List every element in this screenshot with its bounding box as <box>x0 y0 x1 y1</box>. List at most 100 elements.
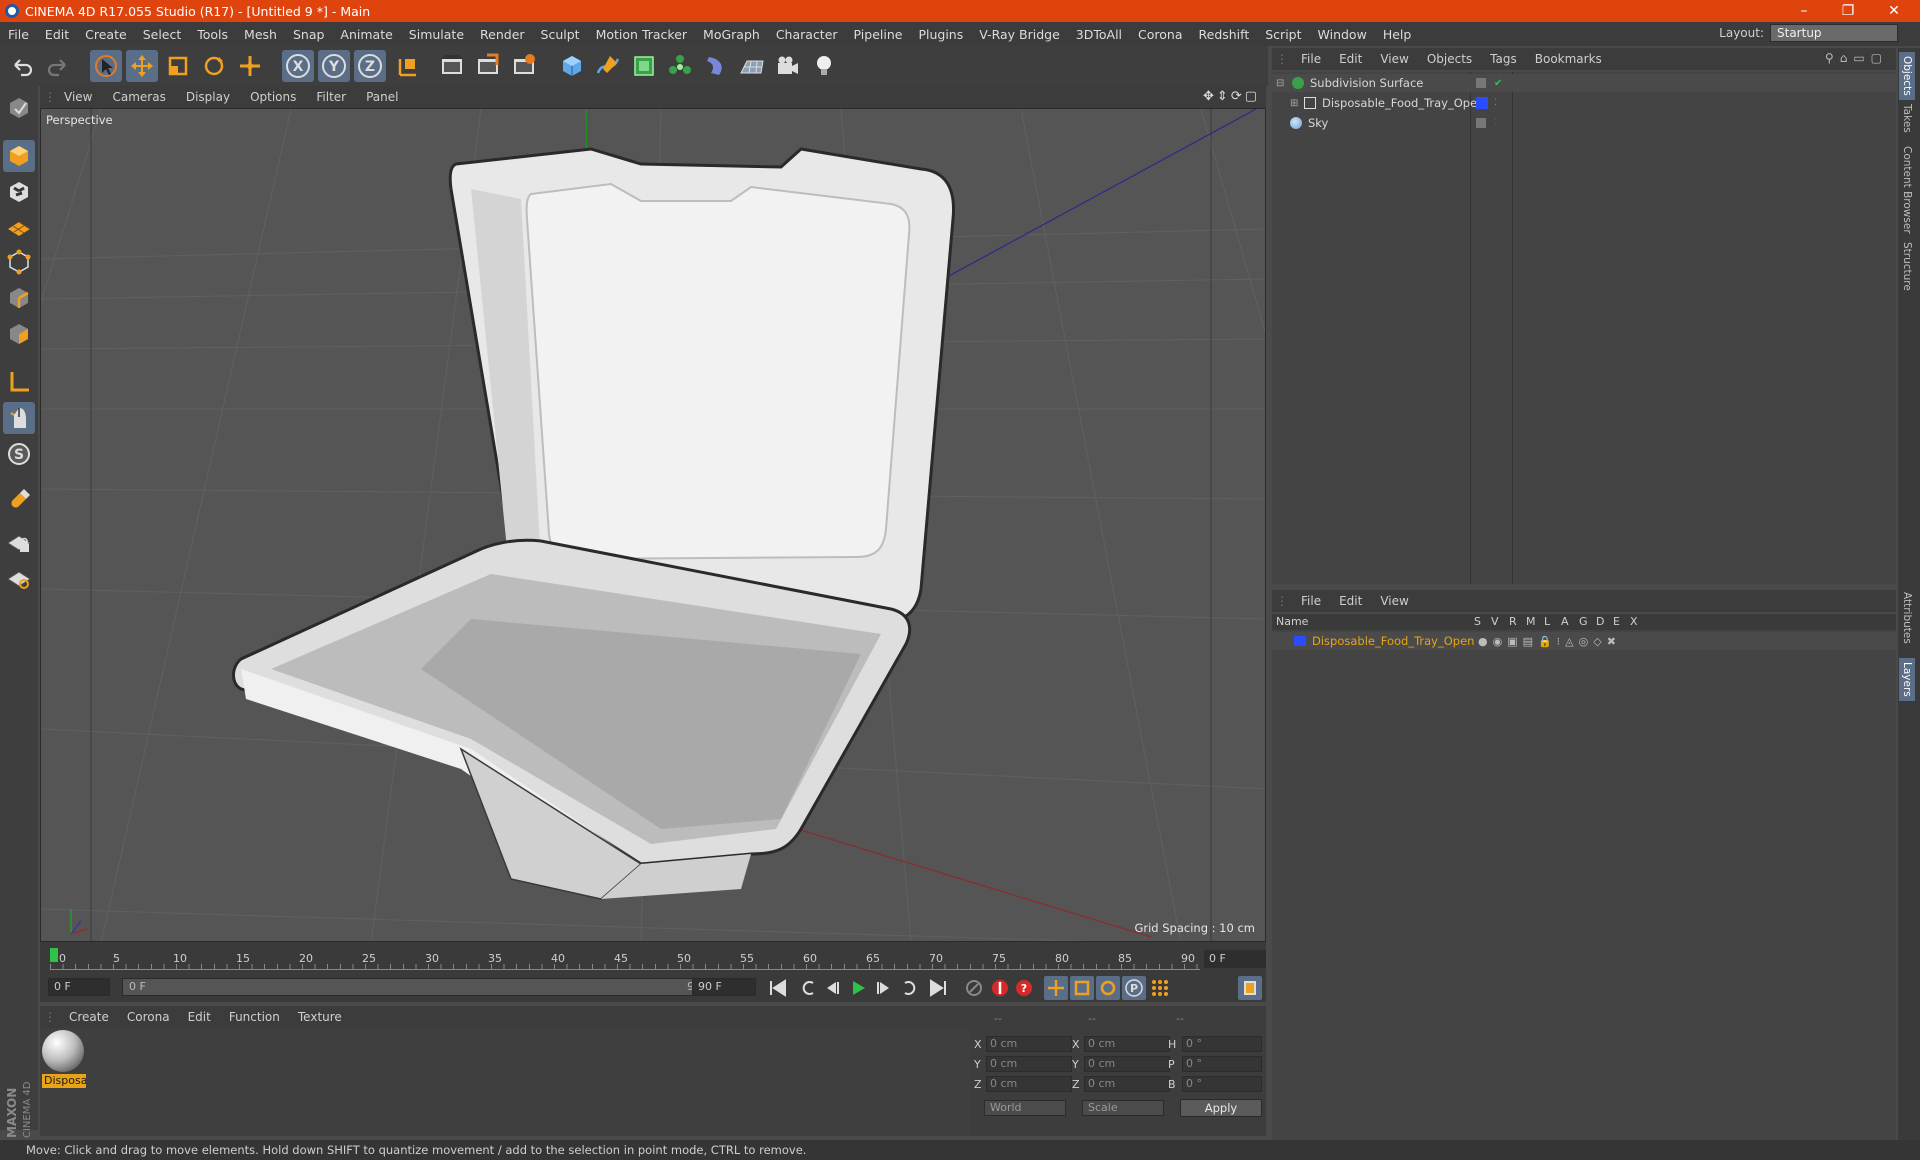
menu-simulate[interactable]: Simulate <box>401 27 472 42</box>
playhead-marker[interactable] <box>50 948 58 962</box>
viewport-menu-display[interactable]: Display <box>176 90 240 104</box>
position-x-field[interactable]: 0 cm <box>986 1036 1072 1052</box>
magnet-icon[interactable] <box>3 482 35 514</box>
tab-structure[interactable]: Structure <box>1901 242 1913 291</box>
x-axis-lock-button[interactable]: X <box>282 50 314 82</box>
object-row-disposable-food-tray-open[interactable]: ⊞ Disposable_Food_Tray_Open ⁚ <box>1272 94 1896 112</box>
menu-sculpt[interactable]: Sculpt <box>533 27 588 42</box>
enabled-check-icon[interactable]: ✔ <box>1494 78 1502 89</box>
record-scale-icon[interactable] <box>1070 976 1094 1000</box>
autokeying-icon[interactable] <box>988 976 1012 1000</box>
restore-button[interactable]: ❐ <box>1826 0 1870 22</box>
subdivision-surface-icon[interactable] <box>628 50 660 82</box>
record-parameter-icon[interactable]: P <box>1122 976 1146 1000</box>
record-active-objects-icon[interactable] <box>962 976 986 1000</box>
rotate-tool-icon[interactable] <box>198 50 230 82</box>
material-menu-create[interactable]: Create <box>60 1010 118 1024</box>
tweak-mode-icon[interactable] <box>3 402 35 434</box>
menu-select[interactable]: Select <box>135 27 190 42</box>
material-menu-corona[interactable]: Corona <box>118 1010 179 1024</box>
rotation-p-field[interactable]: 0 ° <box>1182 1056 1262 1072</box>
expand-icon[interactable]: ⊞ <box>1290 98 1300 109</box>
redo-icon[interactable] <box>42 50 74 82</box>
layer-toggle-icons[interactable]: ●◉▣▤🔒⁝◬◎◇✖ <box>1478 635 1621 648</box>
object-menu-file[interactable]: File <box>1292 52 1330 66</box>
material-name-label[interactable]: Disposa <box>42 1074 86 1088</box>
z-axis-lock-button[interactable]: Z <box>354 50 386 82</box>
material-menu-texture[interactable]: Texture <box>289 1010 351 1024</box>
tab-takes[interactable]: Takes <box>1901 104 1913 133</box>
minimize-button[interactable]: – <box>1782 0 1826 22</box>
keyframe-selection-icon[interactable]: ? <box>1012 976 1036 1000</box>
points-mode-icon[interactable] <box>3 246 35 278</box>
light-icon[interactable] <box>808 50 840 82</box>
menu-animate[interactable]: Animate <box>332 27 400 42</box>
menu-edit[interactable]: Edit <box>37 27 77 42</box>
array-cloner-icon[interactable] <box>664 50 696 82</box>
undo-icon[interactable] <box>6 50 38 82</box>
layer-tag-icon[interactable] <box>1476 78 1486 88</box>
move-tool-icon[interactable] <box>126 50 158 82</box>
planar-workplane-icon[interactable] <box>3 562 35 594</box>
layer-menu-edit[interactable]: Edit <box>1330 594 1371 608</box>
edit-render-settings-icon[interactable] <box>508 50 540 82</box>
menu-mograph[interactable]: MoGraph <box>695 27 768 42</box>
edges-mode-icon[interactable] <box>3 282 35 314</box>
size-x-field[interactable]: 0 cm <box>1084 1036 1170 1052</box>
make-editable-icon[interactable] <box>3 92 35 124</box>
frame-range-slider[interactable]: 0 F 90 F <box>122 978 724 996</box>
y-axis-lock-button[interactable]: Y <box>318 50 350 82</box>
collapse-icon[interactable]: ⊟ <box>1276 78 1286 89</box>
cube-primitive-icon[interactable] <box>556 50 588 82</box>
deformer-icon[interactable] <box>700 50 732 82</box>
render-to-picture-viewer-icon[interactable] <box>472 50 504 82</box>
viewport-menu-panel[interactable]: Panel <box>356 90 408 104</box>
recent-tools-icon[interactable] <box>234 50 266 82</box>
timeline-window-icon[interactable] <box>1238 976 1262 1000</box>
menu-3dtoall[interactable]: 3DToAll <box>1068 27 1130 42</box>
current-frame-field[interactable]: 0 F <box>1204 950 1266 968</box>
layout-dropdown[interactable]: Startup <box>1770 24 1898 42</box>
menu-help[interactable]: Help <box>1375 27 1420 42</box>
material-preview-swatch[interactable] <box>42 1030 84 1072</box>
menu-motion-tracker[interactable]: Motion Tracker <box>588 27 695 42</box>
layer-menu-file[interactable]: File <box>1292 594 1330 608</box>
viewport-menu-filter[interactable]: Filter <box>306 90 356 104</box>
position-z-field[interactable]: 0 cm <box>986 1076 1072 1092</box>
menu-mesh[interactable]: Mesh <box>236 27 285 42</box>
render-view-icon[interactable] <box>436 50 468 82</box>
model-mode-icon[interactable] <box>3 140 35 172</box>
menu-file[interactable]: File <box>0 27 37 42</box>
record-point-level-icon[interactable] <box>1148 976 1172 1000</box>
tab-content-browser[interactable]: Content Browser <box>1901 146 1913 234</box>
menu-create[interactable]: Create <box>77 27 135 42</box>
rotation-h-field[interactable]: 0 ° <box>1182 1036 1262 1052</box>
menu-pipeline[interactable]: Pipeline <box>846 27 911 42</box>
coordinate-space-dropdown[interactable]: World <box>984 1100 1066 1116</box>
lock-workplane-icon[interactable] <box>3 526 35 558</box>
end-frame-field[interactable]: 90 F <box>692 978 756 996</box>
workplane-mode-icon[interactable] <box>3 210 35 242</box>
viewport-navigation-icons[interactable]: ✥⇕⟳▢ <box>1203 89 1260 104</box>
material-menu-function[interactable]: Function <box>220 1010 289 1024</box>
menu-corona[interactable]: Corona <box>1130 27 1190 42</box>
record-position-icon[interactable] <box>1044 976 1068 1000</box>
tab-objects[interactable]: Objects <box>1899 52 1915 100</box>
object-row-sky[interactable]: Sky ⁚ <box>1272 114 1896 132</box>
next-keyframe-icon[interactable] <box>898 976 922 1000</box>
camera-icon[interactable] <box>772 50 804 82</box>
visibility-dots-icon[interactable]: ⁚ <box>1494 118 1497 128</box>
snap-icon[interactable]: S <box>3 438 35 470</box>
axis-mode-icon[interactable] <box>3 366 35 398</box>
object-manager-search-icons[interactable]: ⚲⌂▭▢ <box>1825 51 1888 65</box>
menu-render[interactable]: Render <box>472 27 533 42</box>
apply-button[interactable]: Apply <box>1180 1099 1262 1117</box>
layer-tag-icon[interactable] <box>1476 118 1486 128</box>
material-menu-edit[interactable]: Edit <box>179 1010 220 1024</box>
rotation-b-field[interactable]: 0 ° <box>1182 1076 1262 1092</box>
tab-attributes[interactable]: Attributes <box>1901 592 1913 644</box>
scale-tool-icon[interactable] <box>162 50 194 82</box>
menu-redshift[interactable]: Redshift <box>1191 27 1258 42</box>
record-rotation-icon[interactable] <box>1096 976 1120 1000</box>
texture-mode-icon[interactable] <box>3 176 35 208</box>
